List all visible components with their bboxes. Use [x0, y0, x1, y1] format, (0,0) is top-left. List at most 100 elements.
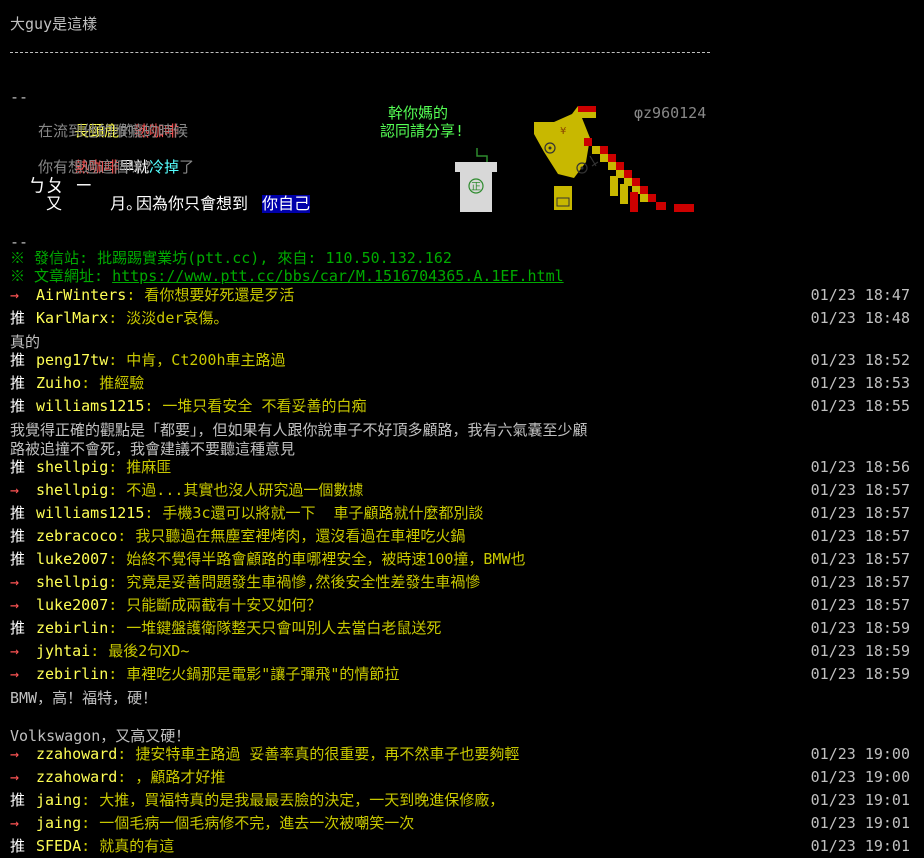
push-timestamp: 01/23 18:57	[810, 504, 910, 522]
push-continuation: BMW，高！福特，硬！	[10, 689, 158, 707]
push-tag-recommend: 推	[10, 397, 35, 415]
push-tag-arrow: →	[10, 596, 29, 614]
push-row: → shellpig: 究竟是妥善問題發生車禍慘,然後安全性差發生車禍慘 01/2…	[10, 571, 914, 594]
footer-url-line: ※ 文章網址: https://www.ptt.cc/bbs/car/M.151…	[10, 266, 564, 286]
push-tag-recommend: 推	[10, 550, 35, 568]
push-message: : 我只聽過在無塵室裡烤肉，還沒看過在車裡吃火鍋	[117, 527, 466, 545]
push-tag-arrow: →	[10, 768, 29, 786]
push-timestamp: 01/23 18:55	[810, 397, 910, 415]
push-row: → shellpig: 不過...其實也沒人研究過一個數據 01/23 18:57	[10, 479, 914, 502]
footer-url-label: ※ 文章網址:	[10, 267, 113, 285]
push-timestamp: 01/23 19:01	[810, 791, 910, 809]
push-user-id: zebirlin	[36, 665, 109, 683]
sig-line-5a: 又 月。	[46, 194, 143, 213]
push-user-id: shellpig	[36, 481, 109, 499]
push-tag-recommend: 推	[10, 374, 35, 392]
push-message: : 究竟是妥善問題發生車禍慘,然後安全性差發生車禍慘	[108, 573, 481, 591]
push-timestamp: 01/23 19:00	[810, 745, 910, 763]
push-user-id: jaing	[36, 814, 82, 832]
push-timestamp: 01/23 19:01	[810, 837, 910, 855]
push-row: → zebirlin: 車裡吃火鍋那是電影"讓子彈飛"的情節拉 01/23 18:…	[10, 663, 914, 686]
push-message: : 一個毛病一個毛病修不完，進去一次被嘲笑一次	[81, 814, 415, 832]
sig-line-5b: 因為你只會想到	[136, 194, 249, 213]
push-row: 推 jaing: 大推，買福特真的是我最最丟臉的決定，一天到晚進保修廠， 01/2…	[10, 789, 914, 812]
sig-line-2: 在流到他的喉嚨的時候	[38, 122, 189, 140]
push-tag-recommend: 推	[10, 837, 35, 855]
push-row: → AirWinters: 看你想要好死還是歹活 01/23 18:47	[10, 284, 914, 307]
push-user-id: jyhtai	[36, 642, 91, 660]
push-tag-recommend: 推	[10, 458, 35, 476]
push-message: : 一堆只看安全 不看妥善的白痴	[144, 397, 367, 415]
sig-right-1: 幹你媽的	[388, 104, 449, 122]
push-user-id: luke2007	[36, 596, 109, 614]
push-user-id: williams1215	[36, 504, 145, 522]
push-row: 推 peng17tw: 中肯，Ct200h車主路過 01/23 18:52	[10, 349, 914, 372]
push-row: 推 shellpig: 推麻匪 01/23 18:56	[10, 456, 914, 479]
cup-mark: 正	[471, 182, 481, 193]
push-tag-recommend: 推	[10, 527, 35, 545]
sig-text: 了	[179, 158, 195, 176]
svg-text:¥: ¥	[560, 126, 566, 137]
push-user-id: peng17tw	[36, 351, 109, 369]
separator-line	[10, 52, 710, 53]
push-row: 推 zebracoco: 我只聽過在無塵室裡烤肉，還沒看過在車裡吃火鍋 01/23…	[10, 525, 914, 548]
push-user-id: williams1215	[36, 397, 145, 415]
push-message: : 就真的有這	[81, 837, 175, 855]
push-tag-recommend: 推	[10, 791, 35, 809]
push-message: : 看你想要好死還是歹活	[126, 286, 295, 304]
push-user-id: Zuiho	[36, 374, 82, 392]
push-row: 推 KarlMarx: 淡淡der哀傷。 01/23 18:48	[10, 307, 914, 330]
push-message: : 淡淡der哀傷。	[108, 309, 229, 327]
push-message: : 車裡吃火鍋那是電影"讓子彈飛"的情節拉	[108, 665, 400, 683]
push-row: → zzahoward: ，顧路才好推 01/23 19:00	[10, 766, 914, 789]
push-tag-arrow: →	[10, 814, 29, 832]
push-message: : 推經驗	[81, 374, 145, 392]
push-timestamp: 01/23 18:59	[810, 665, 910, 683]
article-url-link[interactable]: https://www.ptt.cc/bbs/car/M.1516704365.…	[112, 267, 564, 285]
push-tag-recommend: 推	[10, 351, 35, 369]
push-timestamp: 01/23 18:57	[810, 527, 910, 545]
push-tag-recommend: 推	[10, 619, 35, 637]
push-user-id: SFEDA	[36, 837, 82, 855]
push-timestamp: 01/23 18:59	[810, 619, 910, 637]
push-message: : 最後2句XD~	[90, 642, 190, 660]
push-message: : 捷安特車主路過 妥善率真的很重要，再不然車子也要夠輕	[117, 745, 520, 763]
coffee-cup-icon: 正	[455, 148, 497, 212]
push-tag-arrow: →	[10, 745, 29, 763]
push-tag-arrow: →	[10, 665, 29, 683]
push-user-id: jaing	[36, 791, 82, 809]
push-row: 推 williams1215: 一堆只看安全 不看妥善的白痴 01/23 18:5…	[10, 395, 914, 418]
push-timestamp: 01/23 18:48	[810, 309, 910, 327]
push-user-id: shellpig	[36, 458, 109, 476]
push-timestamp: 01/23 18:59	[810, 642, 910, 660]
sig-text: 冷掉	[149, 158, 180, 176]
push-message: : 中肯，Ct200h車主路過	[108, 351, 286, 369]
push-row: → jaing: 一個毛病一個毛病修不完，進去一次被嘲笑一次 01/23 19:0…	[10, 812, 914, 835]
push-timestamp: 01/23 18:57	[810, 573, 910, 591]
push-timestamp: 01/23 19:00	[810, 768, 910, 786]
push-message: : 手機3c還可以將就一下 車子顧路就什麼都別談	[144, 504, 484, 522]
push-tag-arrow: →	[10, 286, 29, 304]
footer-origin: ※ 發信站: 批踢踢實業坊(ptt.cc), 來自: 110.50.132.16…	[10, 249, 452, 267]
push-timestamp: 01/23 18:57	[810, 550, 910, 568]
push-user-id: zzahoward	[36, 768, 118, 786]
giraffe-icon: ¥	[534, 106, 694, 212]
push-user-id: zzahoward	[36, 745, 118, 763]
push-timestamp: 01/23 18:47	[810, 286, 910, 304]
push-message: : ，顧路才好推	[117, 768, 226, 786]
article-title: 大guy是這樣	[10, 15, 98, 33]
push-timestamp: 01/23 19:01	[810, 814, 910, 832]
push-user-id: shellpig	[36, 573, 109, 591]
push-row: 推 williams1215: 手機3c還可以將就一下 車子顧路就什麼都別談 01…	[10, 502, 914, 525]
push-row: → jyhtai: 最後2句XD~ 01/23 18:59	[10, 640, 914, 663]
push-tag-arrow: →	[10, 481, 29, 499]
push-row: 推 zebirlin: 一堆鍵盤護衛隊整天只會叫別人去當白老鼠送死 01/23 1…	[10, 617, 914, 640]
push-message: : 始終不覺得半路會顧路的車哪裡安全，被時速100撞，BMW也	[108, 550, 526, 568]
push-message: : 只能斷成兩截有十安又如何？	[108, 596, 322, 614]
push-tag-recommend: 推	[10, 309, 35, 327]
sig-divider: --	[10, 88, 29, 106]
push-timestamp: 01/23 18:52	[810, 351, 910, 369]
push-timestamp: 01/23 18:57	[810, 481, 910, 499]
push-row: 推 SFEDA: 就真的有這 01/23 19:01	[10, 835, 914, 858]
push-timestamp: 01/23 18:57	[810, 596, 910, 614]
